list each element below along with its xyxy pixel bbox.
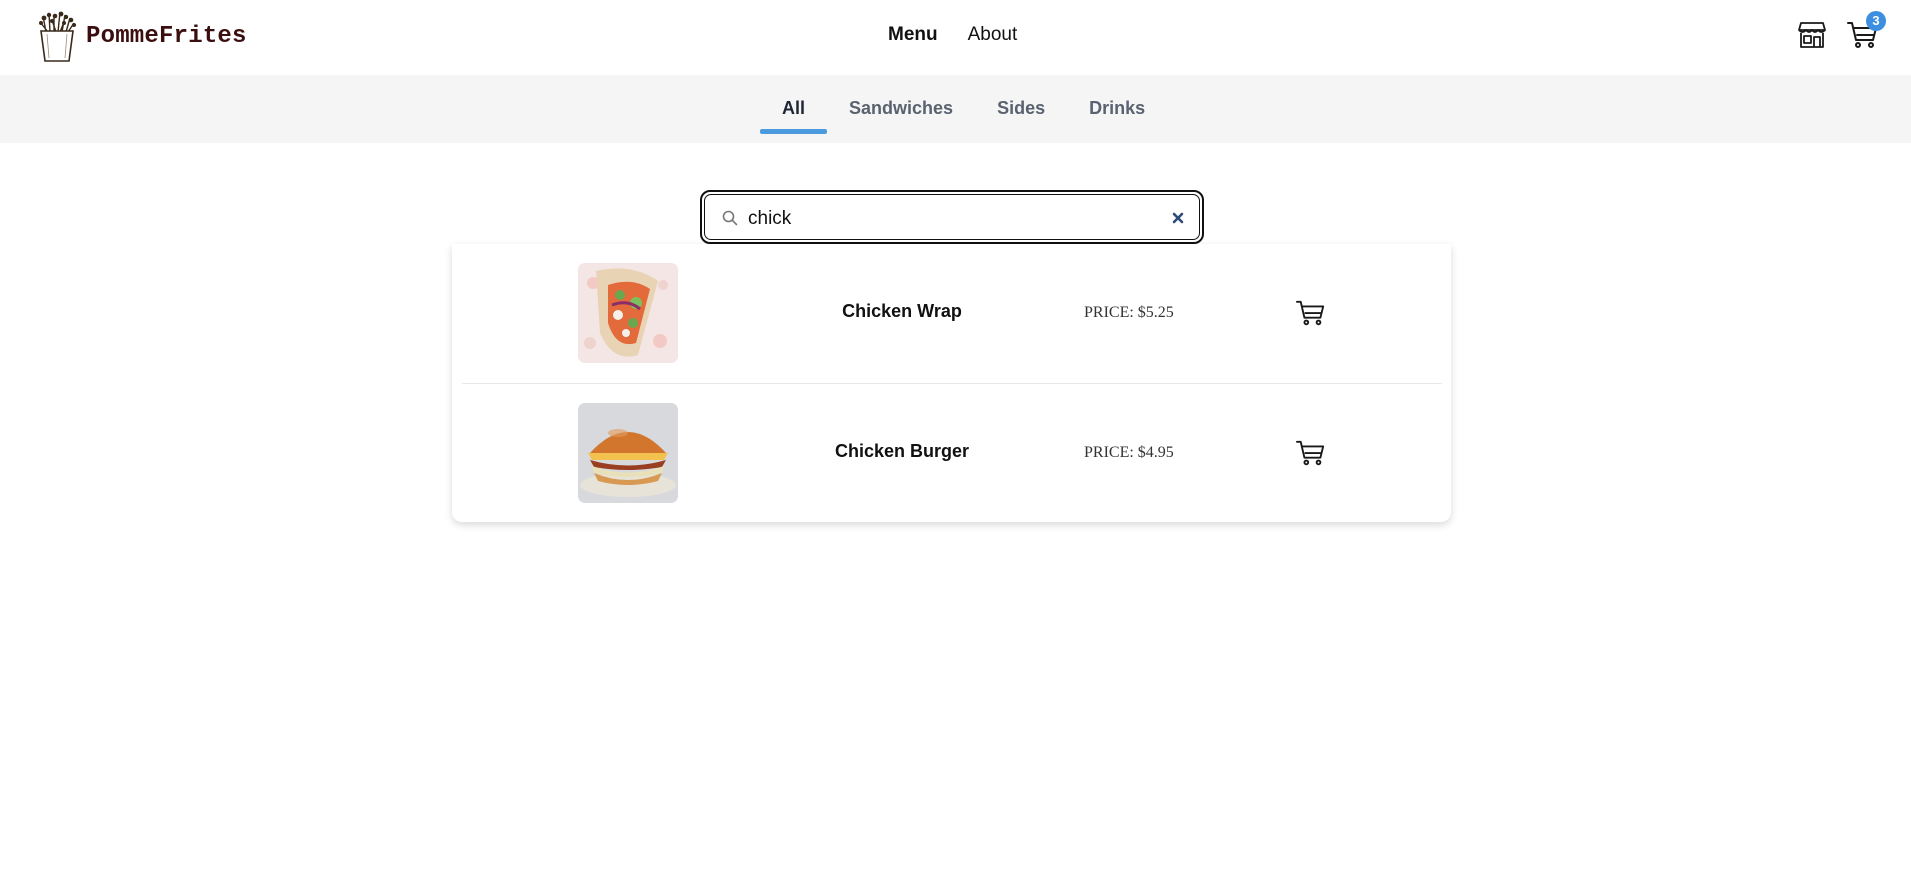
item-price: PRICE: $4.95	[1084, 444, 1174, 461]
tab-sandwiches[interactable]: Sandwiches	[827, 75, 975, 143]
nav-item-about[interactable]: About	[968, 24, 1018, 46]
search-results: Chicken Wrap PRICE: $5.25 Chicken Burger…	[452, 244, 1451, 522]
tab-drinks[interactable]: Drinks	[1067, 75, 1167, 143]
list-item[interactable]: Chicken Wrap PRICE: $5.25	[462, 244, 1442, 384]
store-icon[interactable]	[1797, 20, 1827, 50]
add-to-cart-icon[interactable]	[1296, 438, 1326, 468]
nav-item-menu[interactable]: Menu	[888, 24, 938, 46]
tab-sides[interactable]: Sides	[975, 75, 1067, 143]
item-name: Chicken Burger	[834, 441, 970, 461]
chicken-wrap-photo	[578, 263, 678, 363]
brand[interactable]: PommeFrites	[34, 10, 247, 62]
add-to-cart-icon[interactable]	[1296, 298, 1326, 328]
item-name: Chicken Wrap	[842, 301, 962, 321]
cart-count-badge: 3	[1866, 11, 1886, 31]
category-bar: All Sandwiches Sides Drinks	[0, 75, 1911, 143]
top-nav: Menu About	[888, 24, 1017, 46]
list-item[interactable]: Chicken Burger PRICE: $4.95	[462, 383, 1442, 524]
item-price: PRICE: $5.25	[1084, 304, 1174, 321]
search-input[interactable]	[746, 202, 1130, 236]
top-header: PommeFrites Menu About 3	[0, 0, 1911, 75]
tab-all[interactable]: All	[760, 75, 828, 143]
clear-search-icon[interactable]	[1169, 209, 1187, 227]
category-tabs: All Sandwiches Sides Drinks	[760, 75, 1167, 143]
search-box	[700, 190, 1204, 244]
chicken-burger-photo	[578, 403, 678, 503]
search-icon	[722, 210, 738, 226]
fries-logo-icon	[39, 11, 76, 62]
brand-name: PommeFrites	[86, 22, 247, 50]
